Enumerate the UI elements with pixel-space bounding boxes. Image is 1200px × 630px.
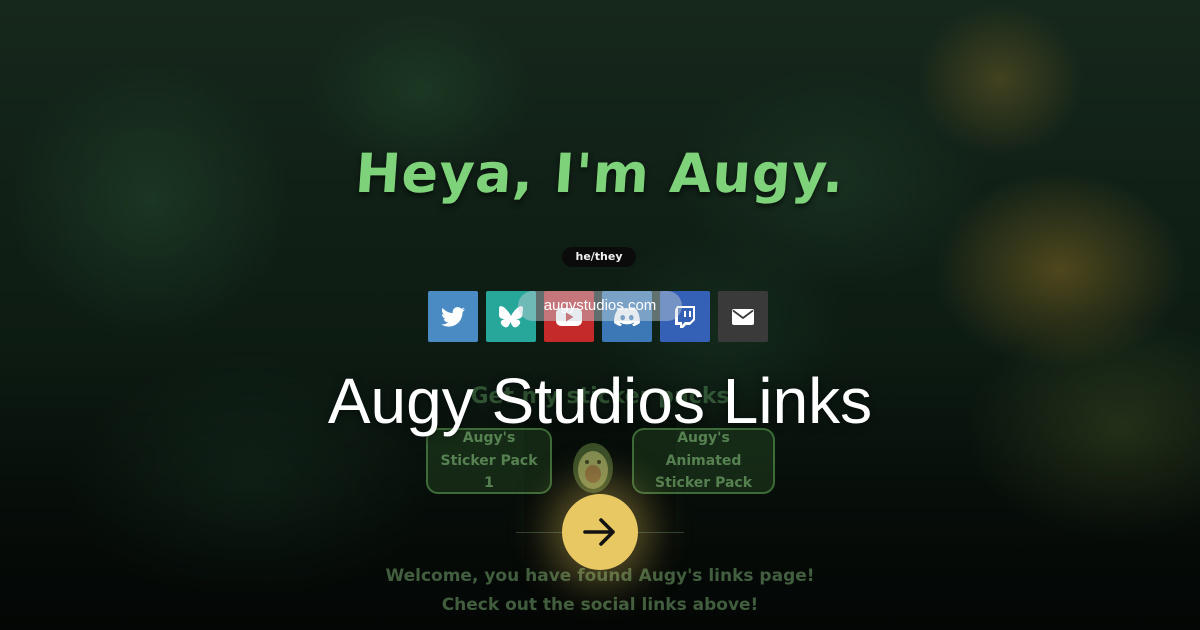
arrow-right-icon: [583, 518, 615, 546]
twitter-button[interactable]: [428, 291, 478, 342]
site-url[interactable]: augystudios.com: [518, 291, 682, 321]
email-button[interactable]: [718, 291, 768, 342]
profile-heading: Heya, I'm Augy.: [353, 142, 847, 205]
welcome-text: Welcome, you have found Augy's links pag…: [0, 562, 1200, 620]
envelope-icon: [732, 308, 754, 325]
link-preview-title: Augy Studios Links: [327, 365, 873, 437]
open-link-button[interactable]: [562, 494, 638, 570]
pronouns-badge: he/they: [562, 247, 636, 267]
avocado-mascot-icon: [573, 443, 613, 493]
twitter-bird-icon: [441, 306, 465, 327]
welcome-line-2: Check out the social links above!: [441, 595, 759, 615]
